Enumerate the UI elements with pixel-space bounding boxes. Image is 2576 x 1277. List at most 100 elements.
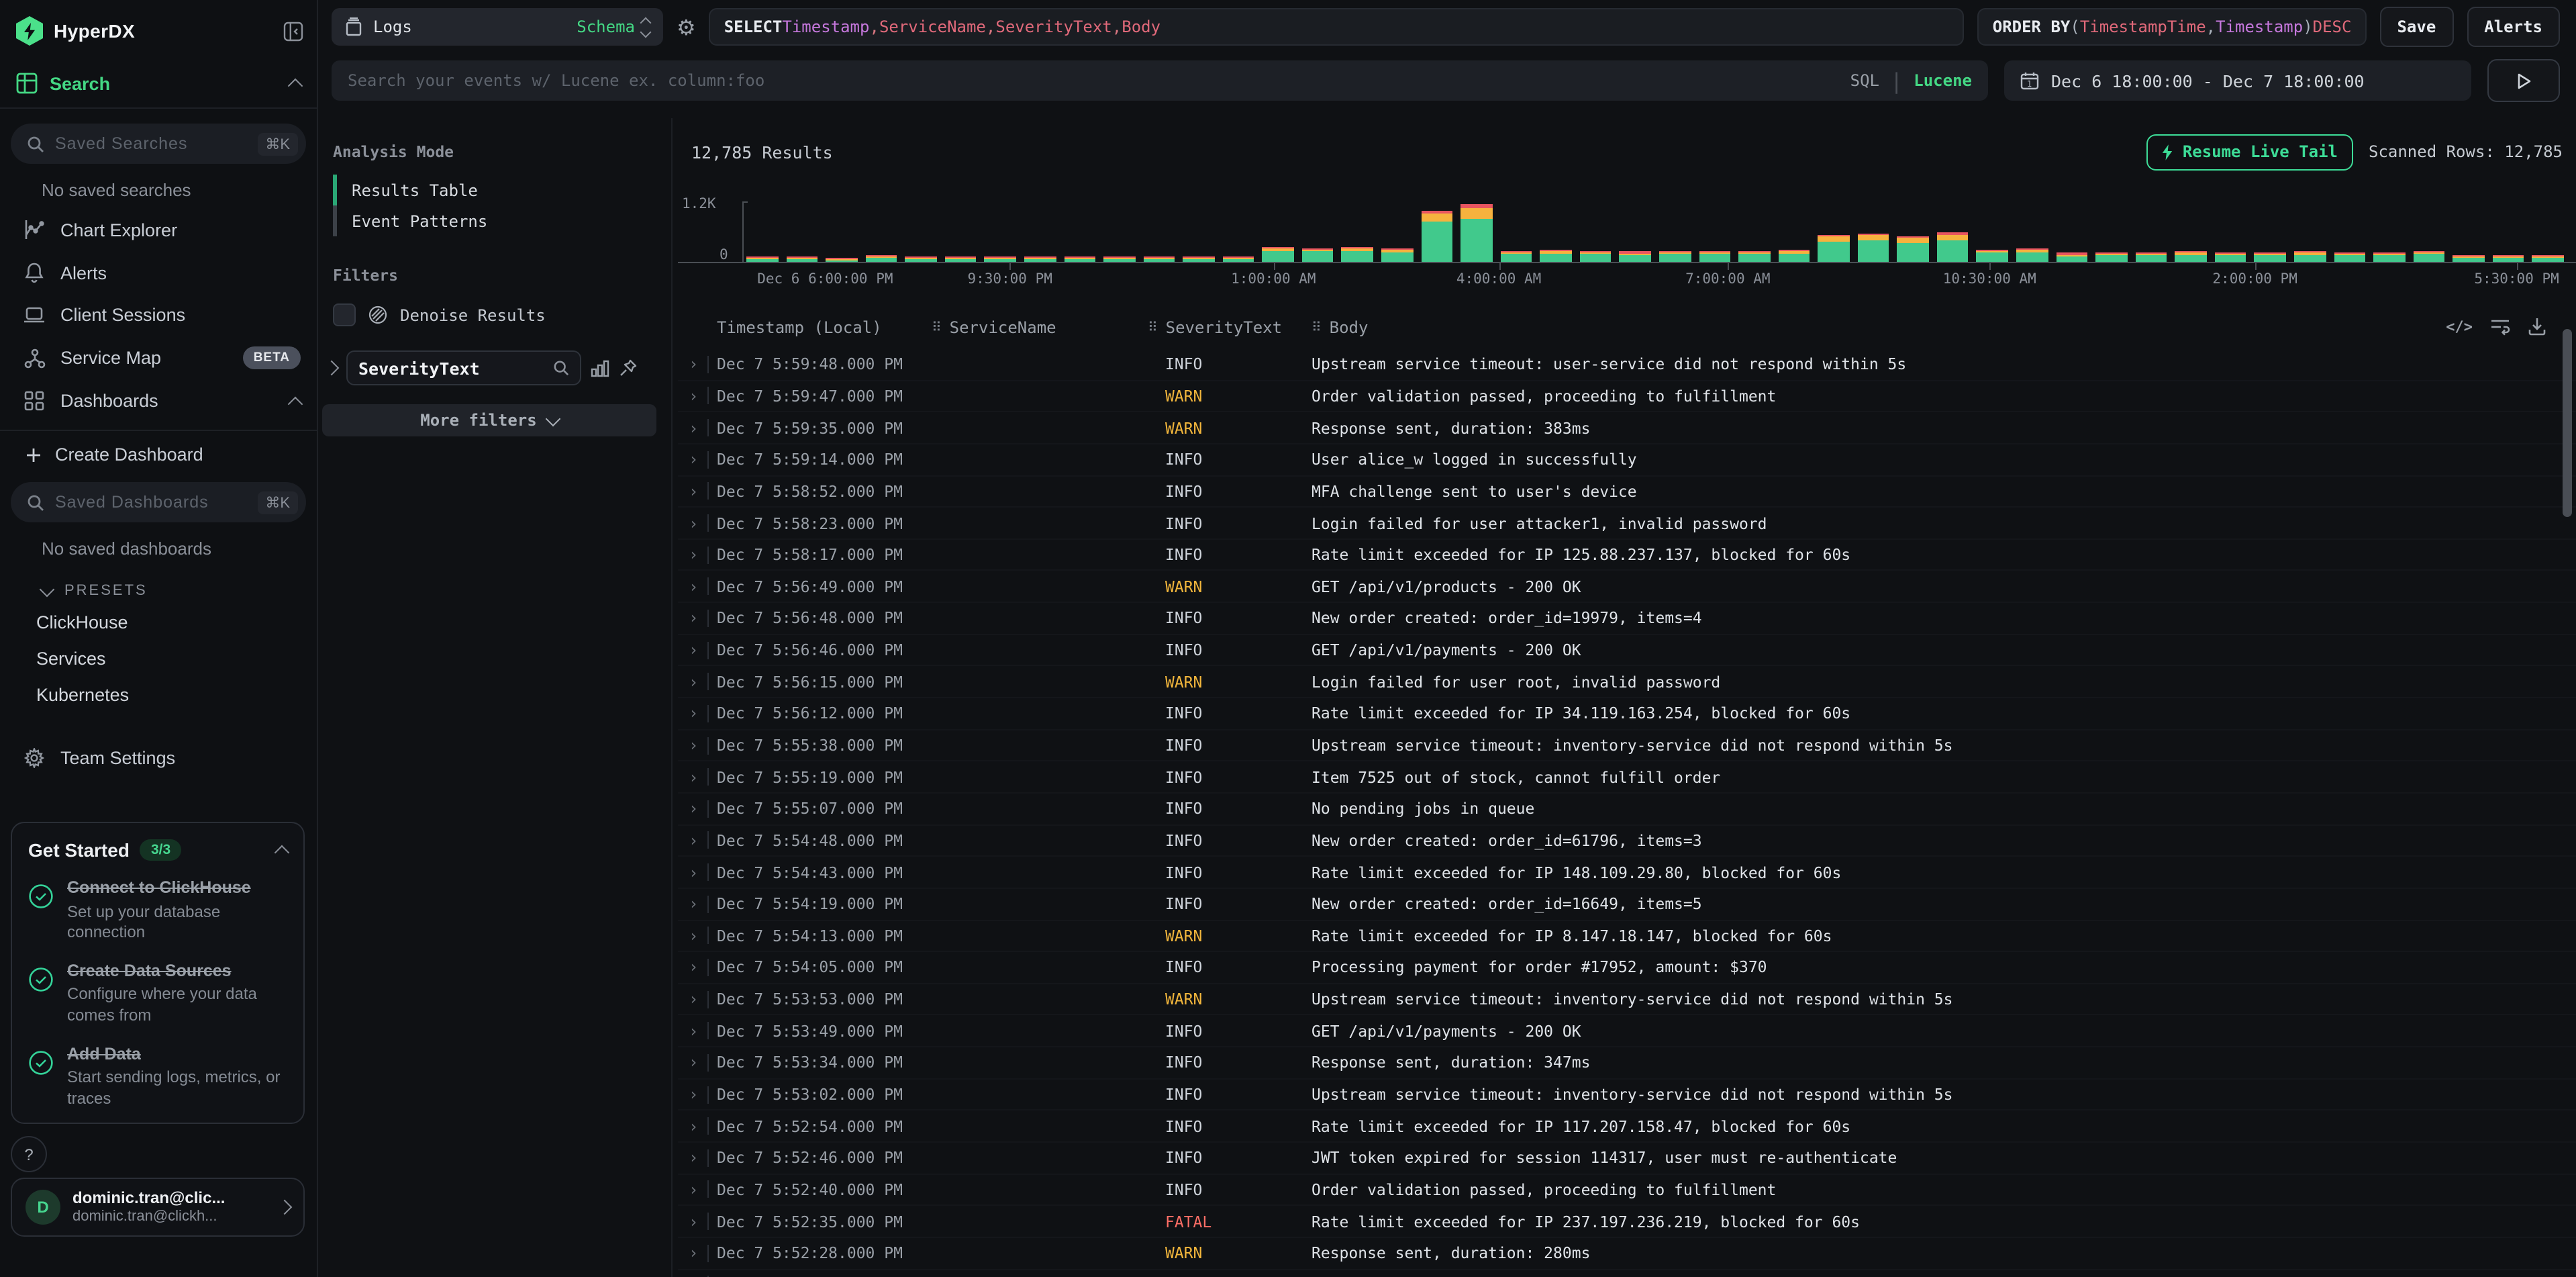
mode-results-table[interactable]: Results Table <box>333 175 671 205</box>
expand-row-icon[interactable]: › <box>678 577 707 596</box>
time-range-picker[interactable]: 1 Dec 6 18:00:00 - Dec 7 18:00:00 <box>2004 60 2471 101</box>
log-row[interactable]: ›Dec 7 5:52:28.000 PMWARNResponse sent, … <box>678 1238 2576 1270</box>
log-row[interactable]: ›Dec 7 5:52:25.000 PMINFOBackground job … <box>678 1270 2576 1277</box>
log-row[interactable]: ›Dec 7 5:54:19.000 PMINFONew order creat… <box>678 889 2576 920</box>
column-header-severitytext[interactable]: ⠿ SeverityText <box>1144 318 1298 337</box>
sidebar-item-search[interactable]: Search <box>0 59 317 107</box>
log-row[interactable]: ›Dec 7 5:58:23.000 PMINFOLogin failed fo… <box>678 508 2576 539</box>
expand-row-icon[interactable]: › <box>678 894 707 913</box>
column-header-servicename[interactable]: ⠿ ServiceName <box>932 318 1144 337</box>
log-row[interactable]: ›Dec 7 5:58:52.000 PMINFOMFA challenge s… <box>678 476 2576 508</box>
language-toggle-lucene[interactable]: Lucene <box>1914 71 1972 90</box>
expand-row-icon[interactable]: › <box>678 1053 707 1072</box>
sidebar-item-service-map[interactable]: Service Map BETA <box>0 336 317 380</box>
alerts-button[interactable]: Alerts <box>2467 7 2560 47</box>
log-row[interactable]: ›Dec 7 5:53:34.000 PMINFOResponse sent, … <box>678 1047 2576 1079</box>
log-row[interactable]: ›Dec 7 5:56:48.000 PMINFONew order creat… <box>678 603 2576 634</box>
log-row[interactable]: ›Dec 7 5:58:17.000 PMINFORate limit exce… <box>678 540 2576 571</box>
expand-row-icon[interactable]: › <box>678 1022 707 1041</box>
expand-row-icon[interactable]: › <box>678 800 707 818</box>
expand-row-icon[interactable]: › <box>678 1085 707 1104</box>
wrap-text-icon[interactable] <box>2490 318 2510 335</box>
log-row[interactable]: ›Dec 7 5:59:14.000 PMINFOUser alice_w lo… <box>678 444 2576 476</box>
log-row[interactable]: ›Dec 7 5:54:43.000 PMINFORate limit exce… <box>678 857 2576 889</box>
log-row[interactable]: ›Dec 7 5:59:35.000 PMWARNResponse sent, … <box>678 413 2576 444</box>
create-dashboard-button[interactable]: Create Dashboard <box>0 431 317 467</box>
expand-row-icon[interactable]: › <box>678 672 707 691</box>
sidebar-item-alerts[interactable]: Alerts <box>0 251 317 294</box>
resume-live-tail-button[interactable]: Resume Live Tail <box>2146 134 2352 170</box>
pin-icon[interactable] <box>619 359 638 377</box>
scrollbar-thumb[interactable] <box>2563 329 2572 517</box>
chevron-up-icon[interactable] <box>288 79 303 94</box>
language-toggle-sql[interactable]: SQL <box>1850 71 1879 90</box>
log-row[interactable]: ›Dec 7 5:56:12.000 PMINFORate limit exce… <box>678 698 2576 730</box>
field-chart-icon[interactable] <box>591 359 609 377</box>
expand-row-icon[interactable]: › <box>678 1244 707 1263</box>
drag-handle-icon[interactable]: ⠿ <box>932 320 942 335</box>
expand-row-icon[interactable]: › <box>678 1117 707 1135</box>
log-row[interactable]: ›Dec 7 5:56:15.000 PMWARNLogin failed fo… <box>678 667 2576 698</box>
sidebar-item-team-settings[interactable]: Team Settings <box>0 737 317 779</box>
expand-row-icon[interactable]: › <box>678 514 707 532</box>
more-filters-button[interactable]: More filters <box>322 404 656 436</box>
log-row[interactable]: ›Dec 7 5:55:07.000 PMINFONo pending jobs… <box>678 794 2576 825</box>
preset-services[interactable]: Services <box>0 641 317 677</box>
log-row[interactable]: ›Dec 7 5:54:13.000 PMWARNRate limit exce… <box>678 920 2576 952</box>
log-row[interactable]: ›Dec 7 5:59:48.000 PMINFOUpstream servic… <box>678 349 2576 381</box>
log-row[interactable]: ›Dec 7 5:53:02.000 PMINFOUpstream servic… <box>678 1079 2576 1110</box>
denoise-checkbox[interactable] <box>333 303 356 326</box>
chevron-right-icon[interactable] <box>324 361 340 376</box>
log-row[interactable]: ›Dec 7 5:55:19.000 PMINFOItem 7525 out o… <box>678 762 2576 794</box>
order-by-editor[interactable]: ORDER BY (TimestampTime, Timestamp) DESC <box>1978 8 2367 46</box>
log-row[interactable]: ›Dec 7 5:53:49.000 PMINFOGET /api/v1/pay… <box>678 1016 2576 1047</box>
log-row[interactable]: ›Dec 7 5:52:54.000 PMINFORate limit exce… <box>678 1111 2576 1143</box>
presets-toggle[interactable]: PRESETS <box>0 567 317 604</box>
get-started-item-sources[interactable]: Create Data Sources Configure where your… <box>28 961 287 1027</box>
run-query-button[interactable] <box>2487 59 2560 102</box>
user-menu[interactable]: D dominic.tran@clic... dominic.tran@clic… <box>11 1178 305 1237</box>
log-row[interactable]: ›Dec 7 5:59:47.000 PMWARNOrder validatio… <box>678 381 2576 412</box>
get-started-item-connect[interactable]: Connect to ClickHouse Set up your databa… <box>28 878 287 944</box>
search-icon[interactable] <box>553 360 569 376</box>
filter-field-severitytext[interactable]: SeverityText <box>346 350 581 385</box>
log-row[interactable]: ›Dec 7 5:54:05.000 PMINFOProcessing paym… <box>678 952 2576 984</box>
expand-row-icon[interactable]: › <box>678 609 707 628</box>
log-row[interactable]: ›Dec 7 5:56:46.000 PMINFOGET /api/v1/pay… <box>678 635 2576 667</box>
expand-row-icon[interactable]: › <box>678 1212 707 1231</box>
log-row[interactable]: ›Dec 7 5:52:35.000 PMFATALRate limit exc… <box>678 1207 2576 1238</box>
expand-row-icon[interactable]: › <box>678 387 707 406</box>
chevron-up-icon[interactable] <box>275 845 290 861</box>
source-select[interactable]: Logs Schema <box>332 8 663 46</box>
drag-handle-icon[interactable]: ⠿ <box>1148 320 1158 335</box>
code-icon[interactable]: </> <box>2446 318 2473 335</box>
help-button[interactable]: ? <box>11 1136 47 1172</box>
download-icon[interactable] <box>2528 317 2546 336</box>
saved-searches-input[interactable]: Saved Searches ⌘K <box>11 124 306 164</box>
search-input[interactable]: Search your events w/ Lucene ex. column:… <box>332 60 1988 101</box>
source-settings-gear-icon[interactable]: ⚙ <box>677 14 696 40</box>
column-header-timestamp[interactable]: Timestamp (Local) <box>709 318 932 337</box>
log-row[interactable]: ›Dec 7 5:54:48.000 PMINFONew order creat… <box>678 825 2576 857</box>
expand-row-icon[interactable]: › <box>678 863 707 882</box>
expand-row-icon[interactable]: › <box>678 418 707 437</box>
expand-row-icon[interactable]: › <box>678 355 707 374</box>
drag-handle-icon[interactable]: ⠿ <box>1311 320 1322 335</box>
sidebar-item-client-sessions[interactable]: Client Sessions <box>0 294 317 336</box>
log-row[interactable]: ›Dec 7 5:52:46.000 PMINFOJWT token expir… <box>678 1143 2576 1174</box>
chevron-up-icon[interactable] <box>288 396 303 412</box>
expand-row-icon[interactable]: › <box>678 1149 707 1168</box>
log-row[interactable]: ›Dec 7 5:53:53.000 PMWARNUpstream servic… <box>678 984 2576 1016</box>
column-header-body[interactable]: ⠿ Body <box>1298 318 2482 337</box>
expand-row-icon[interactable]: › <box>678 958 707 977</box>
get-started-item-add-data[interactable]: Add Data Start sending logs, metrics, or… <box>28 1044 287 1110</box>
expand-row-icon[interactable]: › <box>678 450 707 469</box>
preset-clickhouse[interactable]: ClickHouse <box>0 604 317 641</box>
expand-row-icon[interactable]: › <box>678 767 707 786</box>
schema-select[interactable]: Schema <box>577 17 650 36</box>
expand-row-icon[interactable]: › <box>678 831 707 850</box>
expand-row-icon[interactable]: › <box>678 736 707 755</box>
preset-kubernetes[interactable]: Kubernetes <box>0 677 317 713</box>
expand-row-icon[interactable]: › <box>678 990 707 1008</box>
expand-row-icon[interactable]: › <box>678 927 707 945</box>
